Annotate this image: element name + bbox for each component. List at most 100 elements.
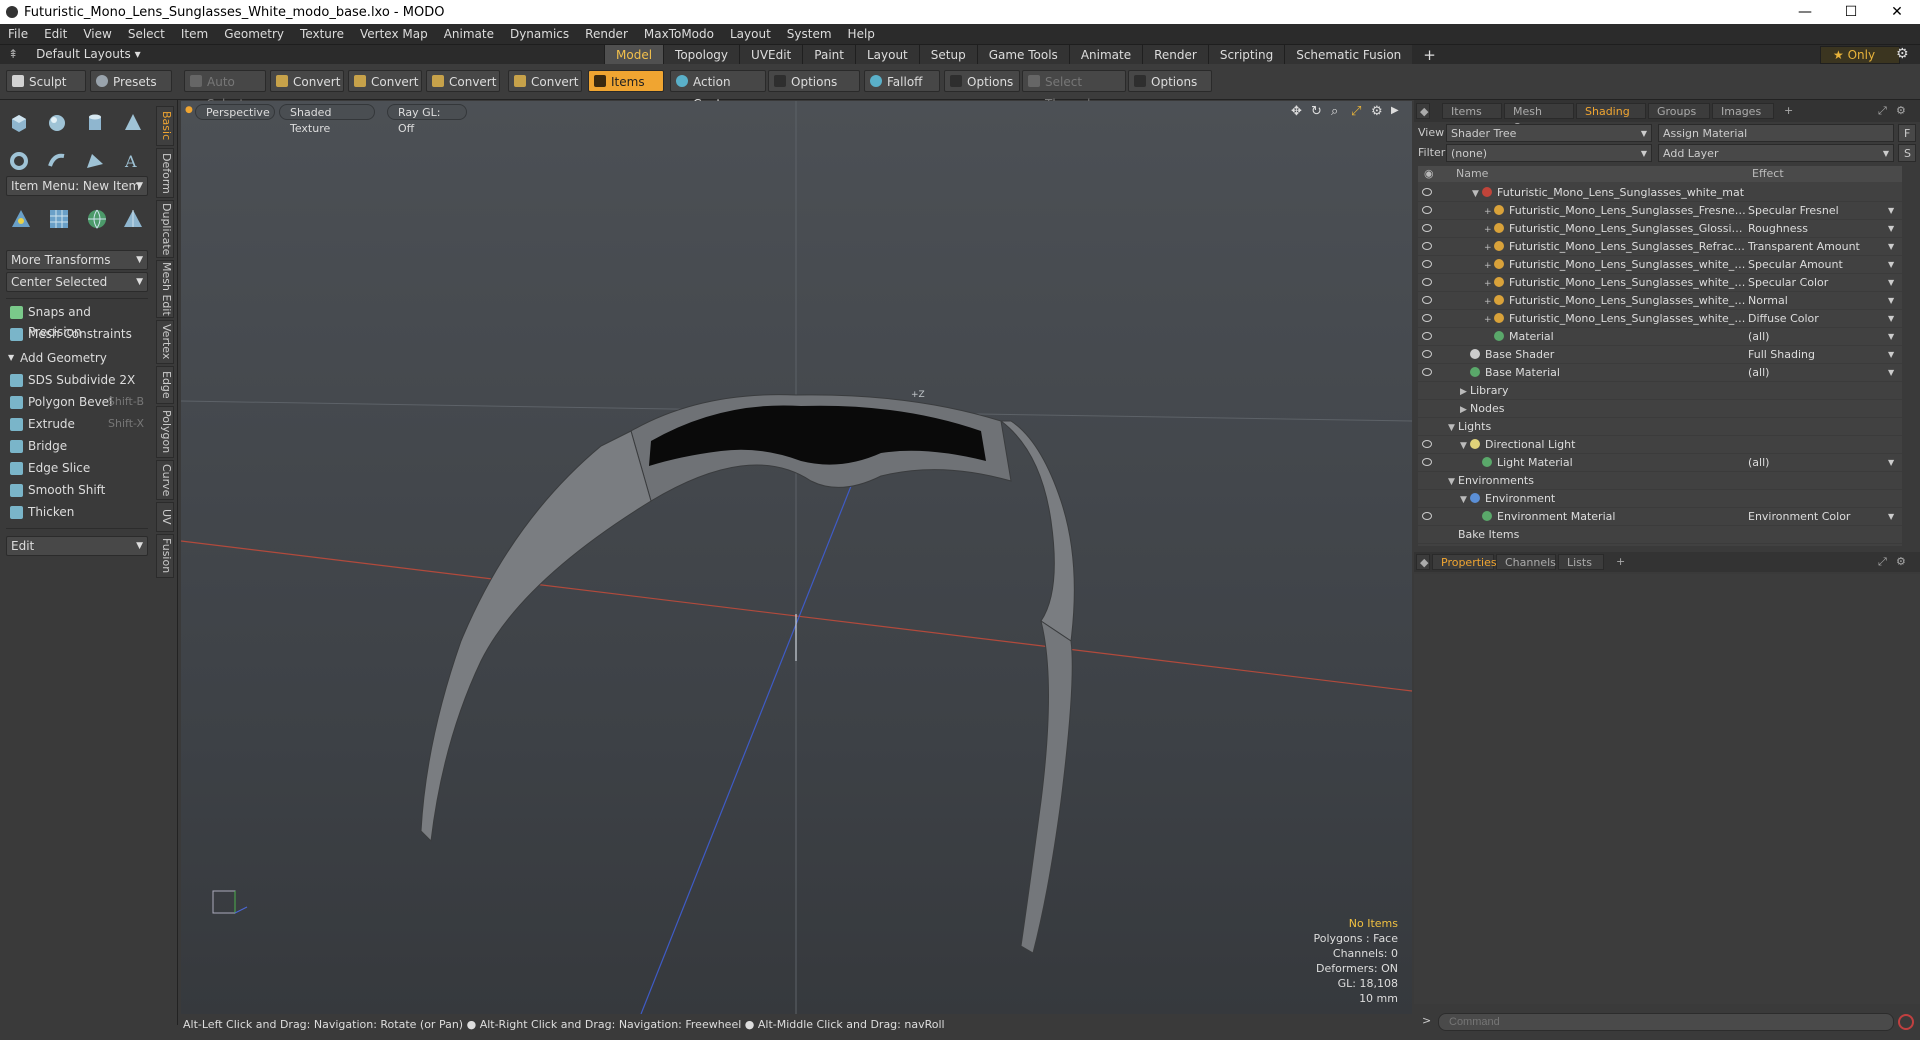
add-layer-dropdown[interactable]: Add Layer ▼: [1658, 144, 1894, 162]
shader-item-effect[interactable]: (all): [1748, 364, 1898, 382]
shader-tree-row[interactable]: Base Material (all) ▼: [1418, 364, 1902, 382]
expand-toggle-icon[interactable]: +: [1484, 293, 1494, 311]
visibility-eye-icon[interactable]: [1422, 260, 1432, 268]
menu-file[interactable]: File: [0, 27, 36, 41]
expand-toggle-icon[interactable]: +: [1484, 257, 1494, 275]
only-toggle[interactable]: ★ Only: [1820, 46, 1900, 64]
expand-toggle-icon[interactable]: ▶: [1460, 383, 1470, 401]
expand-toggle-icon[interactable]: +: [1484, 311, 1494, 329]
visibility-eye-icon[interactable]: [1422, 368, 1432, 376]
shader-item-effect[interactable]: (all): [1748, 328, 1898, 346]
center-selected-dropdown[interactable]: Center Selected ▼: [6, 272, 148, 292]
shader-item-effect[interactable]: Environment Color: [1748, 508, 1898, 526]
gear-icon[interactable]: ⚙: [1896, 46, 1909, 62]
tab-shading[interactable]: Shading: [1576, 103, 1646, 119]
chevron-down-icon[interactable]: ▼: [1888, 256, 1894, 274]
close-button[interactable]: ✕: [1874, 0, 1920, 24]
expand-toggle-icon[interactable]: +: [1484, 275, 1494, 293]
record-icon[interactable]: [1898, 1014, 1914, 1030]
menu-select[interactable]: Select: [120, 27, 173, 41]
polygon-bevel-button[interactable]: Polygon Bevel Shift-B: [6, 392, 148, 412]
auto-select-button[interactable]: Auto Select: [184, 70, 266, 111]
add-tab-icon[interactable]: +: [1608, 554, 1628, 570]
vtab-mesh-edit[interactable]: Mesh Edit: [156, 260, 174, 318]
effect-column-header[interactable]: Effect: [1752, 166, 1784, 182]
tab-topology[interactable]: Topology: [663, 45, 740, 65]
sphere-primitive-icon[interactable]: [42, 108, 72, 138]
menu-render[interactable]: Render: [577, 27, 636, 41]
expand-toggle-icon[interactable]: ▼: [1472, 185, 1482, 203]
shader-item-effect[interactable]: Specular Fresnel: [1748, 202, 1898, 220]
thicken-button[interactable]: Thicken: [6, 502, 148, 522]
select-through-button[interactable]: Select Through: [1022, 70, 1126, 111]
shader-tree-row[interactable]: Base Shader Full Shading ▼: [1418, 346, 1902, 364]
shader-tree-row[interactable]: + Futuristic_Mono_Lens_Sunglasses_white_R…: [1418, 274, 1902, 292]
add-geometry-header[interactable]: ▼ Add Geometry: [6, 348, 148, 368]
sunglasses-model[interactable]: [420, 394, 1075, 954]
shader-tree-row[interactable]: + Futuristic_Mono_Lens_Sunglasses_white_m…: [1418, 292, 1902, 310]
menu-maxtomodo[interactable]: MaxToModo: [636, 27, 722, 41]
maximize-button[interactable]: ☐: [1828, 0, 1874, 24]
tab-render[interactable]: Render: [1142, 45, 1208, 65]
shader-tree-row[interactable]: ▶ Nodes: [1418, 400, 1902, 418]
grid-icon[interactable]: [44, 204, 74, 234]
add-tab-button[interactable]: +: [1412, 45, 1447, 65]
chevron-down-icon[interactable]: ▼: [1888, 292, 1894, 310]
shader-item-effect[interactable]: Specular Amount: [1748, 256, 1898, 274]
tube-primitive-icon[interactable]: [42, 146, 72, 176]
edit-dropdown[interactable]: Edit ▼: [6, 536, 148, 556]
chevron-down-icon[interactable]: ▼: [1888, 508, 1894, 526]
falloff-options-button[interactable]: Options: [944, 70, 1020, 92]
menu-system[interactable]: System: [779, 27, 840, 41]
menu-dynamics[interactable]: Dynamics: [502, 27, 577, 41]
shader-tree-row[interactable]: Bake Items: [1418, 526, 1902, 544]
convert-vertices-button[interactable]: Convert: [270, 70, 344, 92]
chevron-down-icon[interactable]: ▼: [1888, 220, 1894, 238]
default-layouts-dropdown[interactable]: ⇞ Default Layouts ▾: [8, 47, 141, 61]
tab-groups[interactable]: Groups: [1648, 103, 1710, 119]
panel-menu-icon[interactable]: ◆: [1416, 103, 1430, 119]
expand-toggle-icon[interactable]: ▼: [1460, 491, 1470, 509]
action-center-button[interactable]: Action Center: [670, 70, 766, 111]
shader-tree-row[interactable]: + Futuristic_Mono_Lens_Sunglasses_white_R…: [1418, 256, 1902, 274]
menu-item[interactable]: Item: [173, 27, 216, 41]
menu-vertex-map[interactable]: Vertex Map: [352, 27, 436, 41]
sculpt-button[interactable]: Sculpt: [6, 70, 86, 92]
sds-subdivide-button[interactable]: SDS Subdivide 2X: [6, 370, 148, 390]
shader-tree-row[interactable]: + Futuristic_Mono_Lens_Sunglasses_Refract…: [1418, 238, 1902, 256]
tab-properties[interactable]: Properties: [1432, 554, 1497, 570]
visibility-eye-icon[interactable]: [1422, 188, 1432, 196]
shader-tree-row[interactable]: ▼ Directional Light: [1418, 436, 1902, 454]
shader-tree-row[interactable]: Material (all) ▼: [1418, 328, 1902, 346]
menu-texture[interactable]: Texture: [292, 27, 352, 41]
tab-items[interactable]: Items: [1442, 103, 1502, 119]
chevron-down-icon[interactable]: ▼: [1888, 274, 1894, 292]
tab-animate[interactable]: Animate: [1068, 45, 1143, 65]
f-button[interactable]: F: [1898, 124, 1916, 142]
pyramid-icon[interactable]: [118, 204, 148, 234]
presets-button[interactable]: Presets F6: [90, 70, 172, 111]
name-column-header[interactable]: Name: [1456, 166, 1488, 182]
shader-item-effect[interactable]: (all): [1748, 454, 1898, 472]
chevron-down-icon[interactable]: ▼: [1888, 346, 1894, 364]
menu-help[interactable]: Help: [840, 27, 883, 41]
vtab-curve[interactable]: Curve: [156, 460, 174, 500]
visibility-eye-icon[interactable]: [1422, 512, 1432, 520]
convert-edges-button[interactable]: Convert: [348, 70, 422, 92]
chevron-down-icon[interactable]: ▼: [1888, 202, 1894, 220]
add-tab-icon[interactable]: +: [1776, 103, 1796, 119]
chevron-down-icon[interactable]: ▼: [1888, 364, 1894, 382]
expand-toggle-icon[interactable]: +: [1484, 203, 1494, 221]
assign-material-button[interactable]: Assign Material: [1658, 124, 1894, 142]
shader-item-effect[interactable]: Specular Color: [1748, 274, 1898, 292]
select-through-options-button[interactable]: Options: [1128, 70, 1212, 92]
cylinder-primitive-icon[interactable]: [80, 108, 110, 138]
expand-toggle-icon[interactable]: ▶: [1460, 401, 1470, 419]
tab-scripting[interactable]: Scripting: [1207, 45, 1285, 65]
expand-toggle-icon[interactable]: +: [1484, 239, 1494, 257]
panel-gear-icon[interactable]: ⚙: [1894, 554, 1912, 570]
tab-mesh-ops[interactable]: Mesh Ops: [1504, 103, 1574, 134]
shader-tree-row[interactable]: ▶ Library: [1418, 382, 1902, 400]
visibility-eye-icon[interactable]: [1422, 440, 1432, 448]
expand-toggle-icon[interactable]: ▼: [1460, 437, 1470, 455]
